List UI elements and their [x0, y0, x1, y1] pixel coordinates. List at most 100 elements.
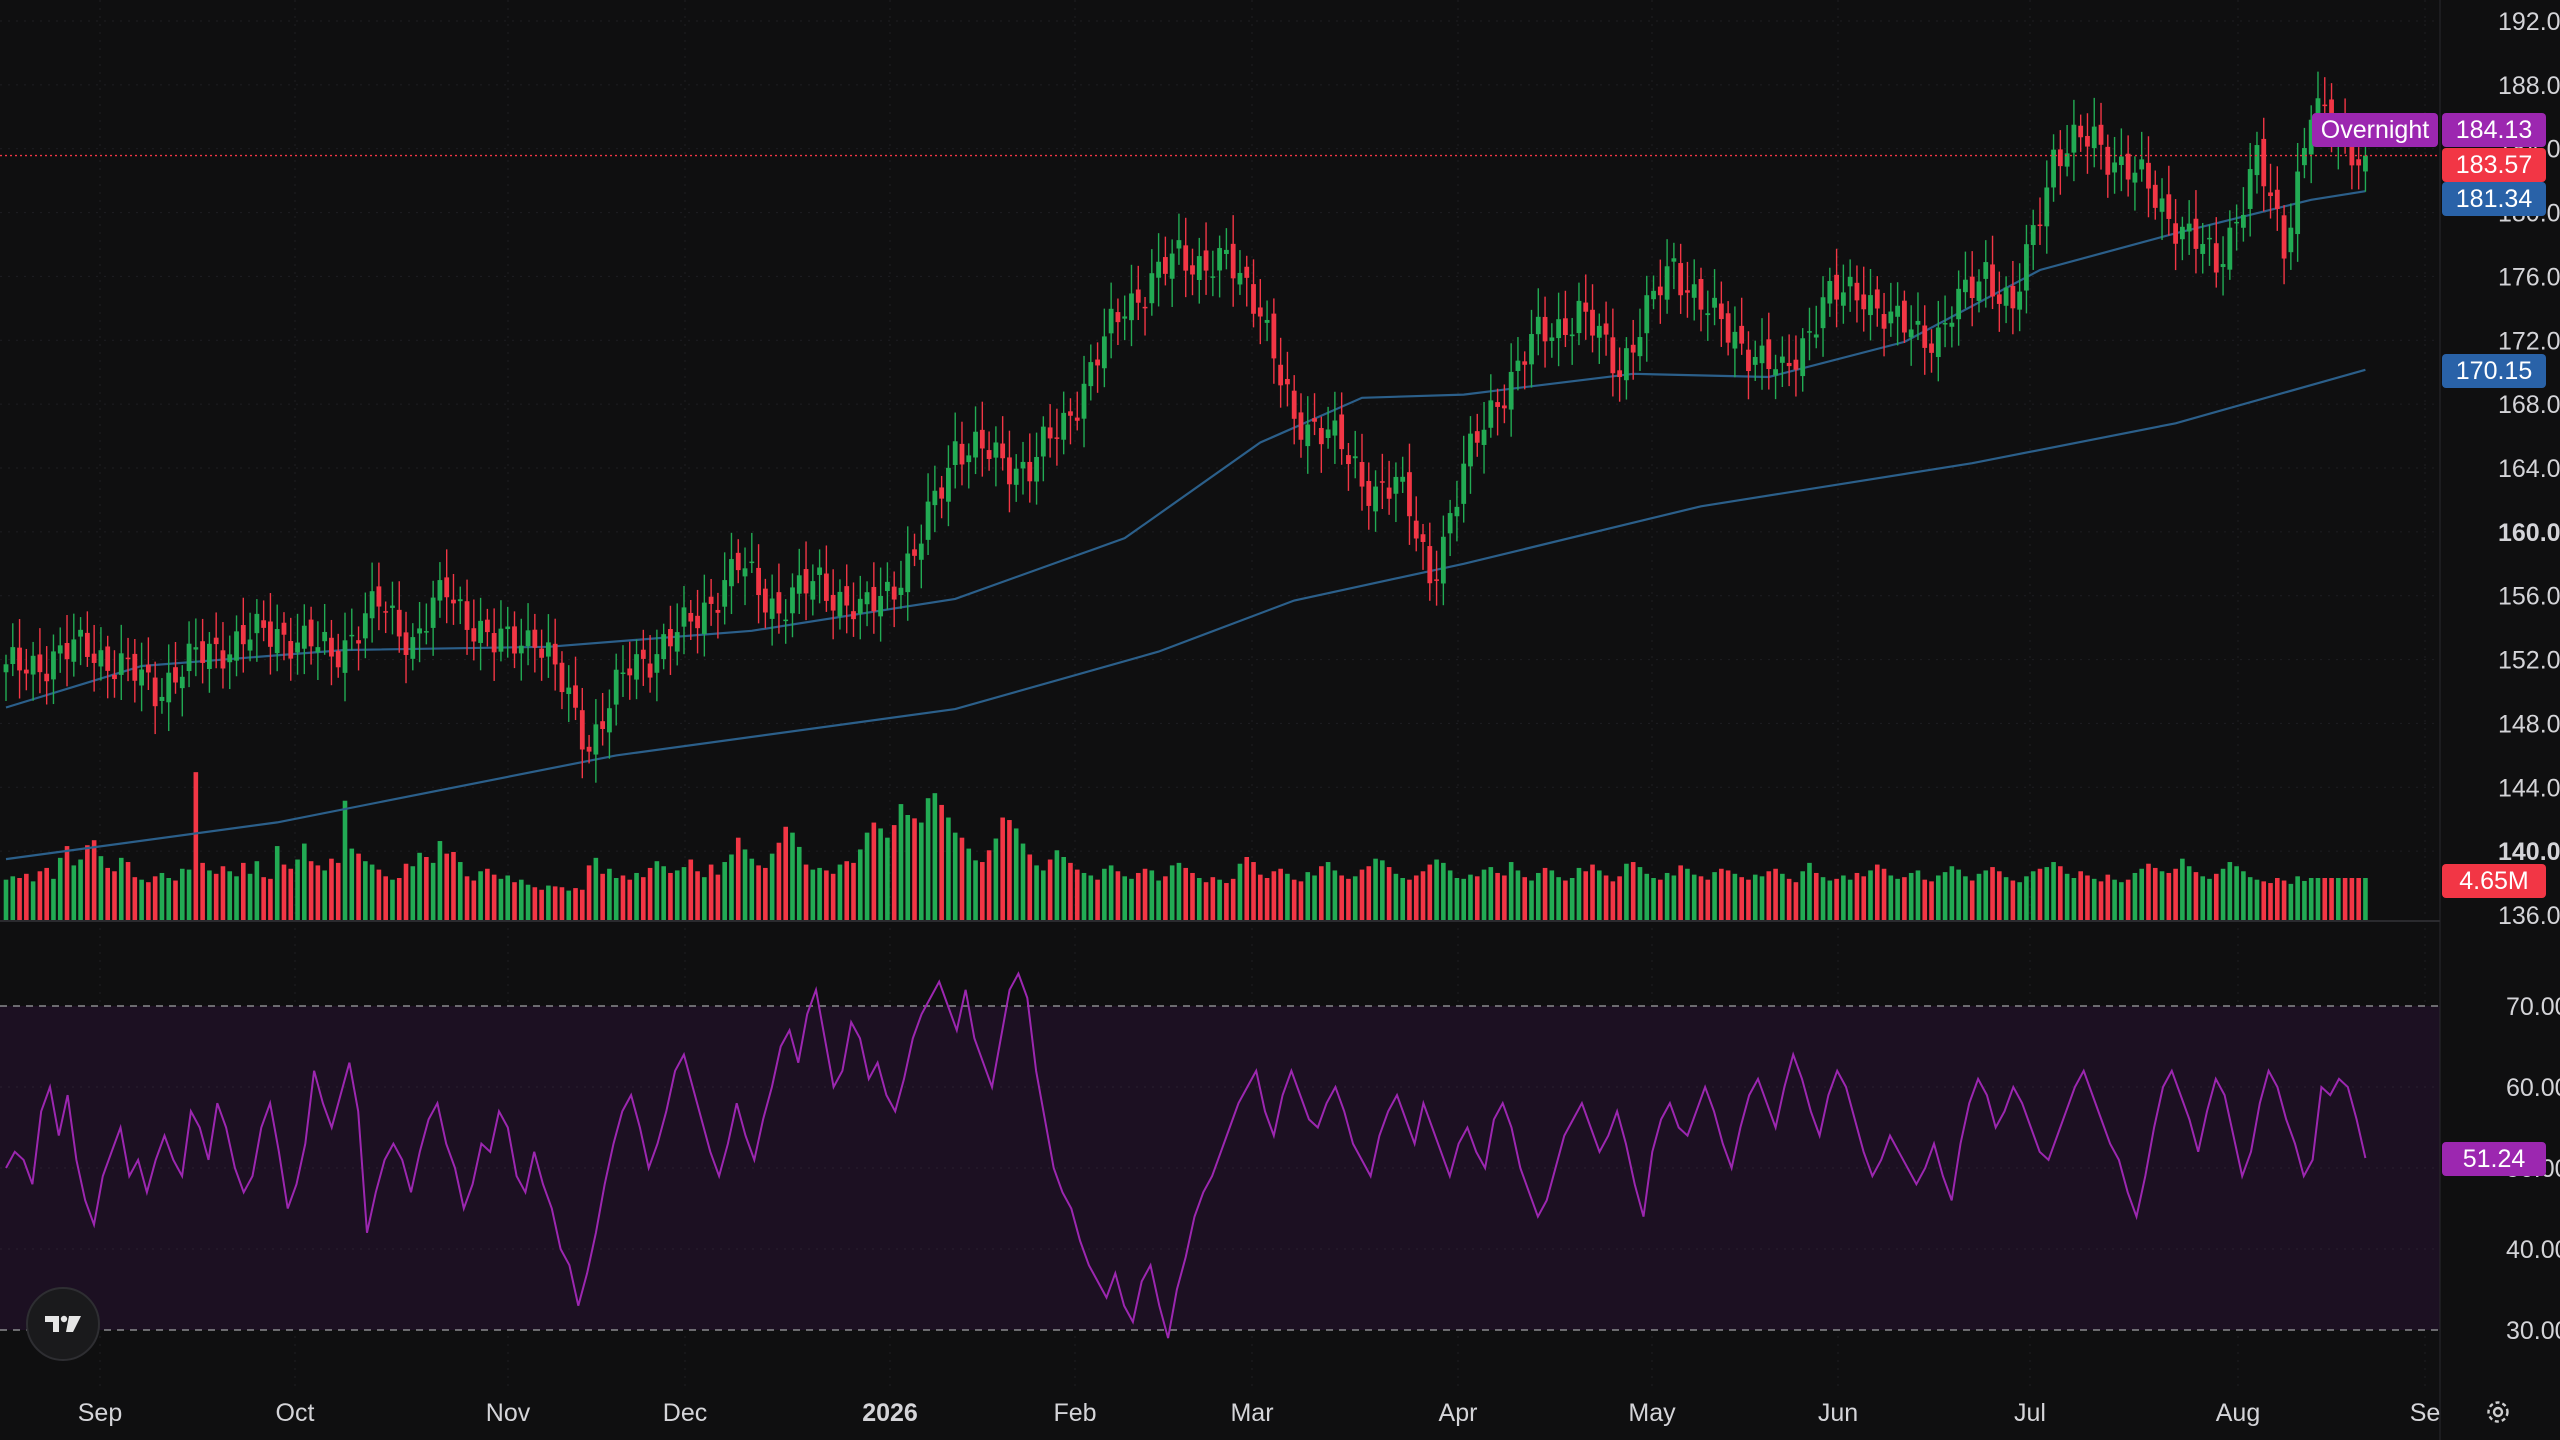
volume-bar — [1719, 868, 1724, 920]
volume-bar — [980, 862, 985, 920]
volume-bar — [1149, 870, 1155, 920]
volume-bar — [959, 837, 965, 920]
candle-body — [10, 647, 16, 665]
volume-bar — [2166, 872, 2172, 920]
candle-body — [735, 552, 741, 571]
rsi-tick-label: 30.00 — [2506, 1317, 2560, 1345]
candle-body — [2254, 145, 2260, 176]
candle-body — [91, 653, 97, 663]
volume-bar — [1529, 880, 1534, 920]
volume-bar — [288, 868, 294, 920]
candle-body — [159, 696, 165, 701]
candle-body — [1685, 290, 1690, 293]
volume-bar — [2234, 866, 2239, 920]
candle-body — [64, 643, 70, 660]
candle-body — [1718, 303, 1724, 320]
candle-body — [1807, 331, 1812, 333]
candle-body — [315, 647, 321, 653]
time-axis-label: Mar — [1230, 1399, 1273, 1427]
candle-body — [1766, 339, 1772, 370]
candle-body — [518, 645, 524, 654]
candle-body — [152, 677, 158, 707]
candle-body — [701, 602, 707, 634]
candle-body — [139, 669, 144, 686]
volume-bar — [742, 849, 748, 920]
volume-bar — [1936, 875, 1941, 920]
volume-bar — [2146, 863, 2151, 920]
volume-bar — [186, 869, 192, 920]
tradingview-logo-icon[interactable] — [26, 1287, 100, 1361]
candle-body — [979, 429, 985, 449]
volume-bar — [1997, 871, 2002, 920]
volume-bar — [1203, 882, 1209, 920]
candle-body — [607, 708, 612, 733]
volume-bar — [2288, 883, 2294, 920]
candle-body — [2268, 192, 2273, 197]
candle-body — [213, 637, 219, 645]
candle-body — [1678, 263, 1684, 296]
candle-body — [2173, 223, 2178, 244]
candle-body — [803, 569, 809, 594]
candle-body — [729, 559, 734, 587]
candle-body — [1149, 273, 1155, 304]
volume-bar — [674, 870, 680, 920]
volume-bar — [10, 876, 16, 920]
candle-body — [37, 654, 43, 673]
volume-bar — [2261, 881, 2267, 920]
volume-bar — [1624, 863, 1629, 920]
candle-body — [2132, 172, 2138, 183]
volume-bar — [830, 873, 836, 920]
candle-body — [1942, 323, 1948, 325]
volume-bar — [1427, 864, 1433, 920]
candle-body — [2186, 223, 2192, 232]
volume-bar — [749, 858, 755, 920]
chart-root[interactable]: 192.00188.00184.00180.00176.00172.00168.… — [0, 0, 2560, 1440]
volume-bar — [661, 866, 666, 920]
volume-bar — [539, 889, 544, 920]
volume-bar — [1081, 872, 1087, 920]
volume-bar — [2254, 879, 2260, 920]
time-axis-label: Apr — [1439, 1399, 1478, 1427]
candle-body — [905, 553, 911, 593]
volume-bar — [1108, 865, 1114, 920]
candle-body — [1400, 476, 1406, 482]
volume-bar — [1963, 876, 1968, 920]
time-axis-label: 2026 — [862, 1399, 918, 1427]
volume-bar — [939, 804, 944, 920]
volume-bar — [2275, 878, 2280, 920]
volume-bar — [464, 876, 470, 920]
volume-bar — [2058, 866, 2063, 920]
volume-bar — [51, 878, 56, 920]
volume-bar — [1468, 874, 1473, 920]
volume-bar — [1495, 872, 1500, 920]
volume-bar — [1725, 870, 1731, 920]
candle-body — [1488, 400, 1494, 428]
last-price-badge: 183.57 — [2442, 148, 2546, 182]
volume-bar — [64, 846, 70, 920]
gear-icon[interactable] — [2478, 1392, 2518, 1432]
volume-bar — [302, 843, 307, 920]
candle-body — [1440, 536, 1446, 584]
candle-body — [491, 633, 497, 653]
candle-body — [2057, 149, 2063, 167]
candle-body — [1495, 402, 1500, 407]
volume-bar — [641, 877, 646, 920]
volume-bar — [851, 862, 856, 920]
volume-bar — [1129, 878, 1134, 920]
volume-bar — [878, 828, 883, 920]
candle-body — [1800, 338, 1806, 377]
candle-body — [1305, 424, 1311, 447]
volume-bar — [179, 868, 185, 920]
candle-body — [179, 676, 185, 689]
volume-bar — [1820, 877, 1826, 920]
volume-bar — [891, 825, 897, 920]
candle-body — [1922, 325, 1928, 348]
candle-body — [247, 639, 253, 651]
volume-bar — [1380, 860, 1385, 920]
overnight-label-badge: Overnight — [2312, 113, 2438, 147]
candle-body — [1000, 443, 1006, 459]
ma-50-badge-text: 181.34 — [2456, 185, 2533, 213]
candle-body — [742, 568, 748, 577]
volume-bar — [1095, 879, 1100, 920]
volume-bar — [1827, 880, 1833, 920]
